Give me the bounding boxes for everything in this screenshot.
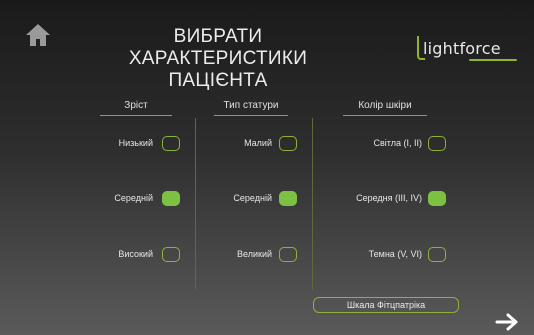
logo-text: lightforce	[423, 39, 501, 58]
column-header-skin: Колір шкіри	[343, 100, 427, 116]
option-label-height-medium: Середній	[114, 193, 153, 203]
option-label-skin-light: Світла (I, II)	[373, 138, 422, 148]
option-checkbox-height-short[interactable]	[162, 136, 180, 151]
home-icon[interactable]	[24, 22, 52, 48]
option-label-build-large: Великий	[237, 249, 272, 259]
column-header-skin-label: Колір шкіри	[358, 100, 412, 111]
column-header-build-label: Тип статури	[223, 100, 279, 111]
fitzpatrick-scale-button[interactable]: Шкала Фітцпатріка	[313, 297, 459, 313]
lightforce-logo: lightforce	[417, 36, 517, 62]
column-divider	[195, 118, 196, 290]
option-checkbox-build-medium[interactable]	[279, 191, 297, 206]
option-checkbox-skin-light[interactable]	[428, 136, 446, 151]
logo-underline	[469, 59, 517, 61]
page-title-line2: ПАЦІЄНТА	[168, 70, 268, 91]
column-header-build: Тип статури	[214, 100, 288, 116]
column-header-underline	[343, 115, 427, 116]
option-checkbox-skin-dark[interactable]	[428, 247, 446, 262]
column-header-underline	[214, 115, 288, 116]
option-label-skin-dark: Темна (V, VI)	[368, 249, 422, 259]
option-checkbox-build-large[interactable]	[279, 247, 297, 262]
option-checkbox-skin-medium[interactable]	[428, 191, 446, 206]
column-header-height: Зріст	[100, 100, 172, 116]
column-header-height-label: Зріст	[124, 100, 148, 111]
page-title-line1: ВИБРАТИ ХАРАКТЕРИСТИКИ	[128, 26, 308, 69]
option-checkbox-height-tall[interactable]	[162, 247, 180, 262]
column-divider	[312, 118, 313, 290]
option-label-skin-medium: Середня (III, IV)	[356, 193, 422, 203]
option-label-build-medium: Середній	[233, 193, 272, 203]
option-checkbox-build-small[interactable]	[279, 136, 297, 151]
column-header-underline	[100, 115, 172, 116]
option-checkbox-height-medium[interactable]	[162, 191, 180, 206]
option-label-build-small: Малий	[244, 138, 272, 148]
arrow-right-icon[interactable]	[495, 313, 519, 331]
option-label-height-short: Низький	[118, 138, 153, 148]
option-label-height-tall: Високий	[118, 249, 153, 259]
page-title: ВИБРАТИ ХАРАКТЕРИСТИКИ ПАЦІЄНТА	[100, 26, 336, 92]
